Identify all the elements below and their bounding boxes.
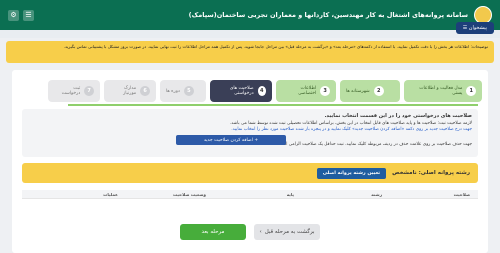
steps-progress-line xyxy=(68,104,478,106)
table-header-row: صلاحیت رشته پایه وضعیت صلاحیت عملیات xyxy=(22,190,478,199)
add-qualification-label: اضافه کردن صلاحیت جدید xyxy=(203,137,253,143)
previous-step-button[interactable]: برگشت به مرحله قبل › xyxy=(254,224,320,240)
info-heading: صلاحیت های درخواستی خود را در این قسمت ا… xyxy=(324,113,472,119)
menu-icon[interactable]: ☰ xyxy=(23,9,34,21)
table-header-cell: عملیات xyxy=(103,191,118,197)
main-license-title: رشته پروانه اصلی: نامشخص xyxy=(392,170,470,176)
table-header-cell: صلاحیت xyxy=(453,191,470,197)
determine-main-license-button[interactable]: تعیین رشته پروانه اصلی xyxy=(316,167,387,179)
header-icons: ☰ ⚙ xyxy=(8,9,34,21)
sub-header xyxy=(0,30,500,38)
tab-step-5[interactable]: 5 دوره ها xyxy=(160,80,206,102)
tab-step-1[interactable]: 1 مدل فعالیت و اطلاعات پستی xyxy=(404,80,482,102)
dashboard-label: پیشخوان xyxy=(468,25,487,31)
table-header-cell: وضعیت صلاحیت xyxy=(173,191,206,197)
tab-step-4[interactable]: 4 صلاحیت های درخواستی xyxy=(210,80,272,102)
chevron-right-icon: › xyxy=(259,229,262,235)
table-header-cell: رشته xyxy=(371,191,382,197)
qualifications-table: صلاحیت رشته پایه وضعیت صلاحیت عملیات xyxy=(22,190,478,199)
prev-label: برگشت به مرحله قبل xyxy=(264,229,315,235)
dashboard-button[interactable]: پیشخوان ☰ xyxy=(455,22,494,34)
app-header: سامانه پروانه‌های اشتغال به کار مهندسین،… xyxy=(0,0,500,30)
app-title: سامانه پروانه‌های اشتغال به کار مهندسین،… xyxy=(188,11,468,19)
step-tabs: 1 مدل فعالیت و اطلاعات پستی 2 شهرستانه ها … xyxy=(48,80,482,102)
add-qualification-button[interactable]: + اضافه کردن صلاحیت جدید xyxy=(176,135,286,145)
tab-step-3[interactable]: 3 اطلاعات اختصاصی xyxy=(276,80,336,102)
settings-icon[interactable]: ⚙ xyxy=(8,9,19,21)
plus-icon: + xyxy=(252,137,259,143)
table-header-cell: پایه xyxy=(286,191,294,197)
next-step-button[interactable]: مرحله بعد xyxy=(180,224,246,240)
notice-banner: توضیحات: اطلاعات هر بخش را با دقت تکمیل … xyxy=(6,41,494,63)
tab-step-2[interactable]: 2 شهرستانه ها xyxy=(340,80,400,102)
info-box: صلاحیت های درخواستی خود را در این قسمت ا… xyxy=(22,109,478,157)
tab-step-6[interactable]: 6 مدارک مورنیاز xyxy=(104,80,156,102)
info-line-2: جهت درج صلاحیت جدید بر روی دکمه «اضافه ک… xyxy=(231,127,472,132)
main-license-section: رشته پروانه اصلی: نامشخص تعیین رشته پروا… xyxy=(22,163,478,183)
tab-step-7[interactable]: 7 ثبت درخواست xyxy=(48,80,100,102)
